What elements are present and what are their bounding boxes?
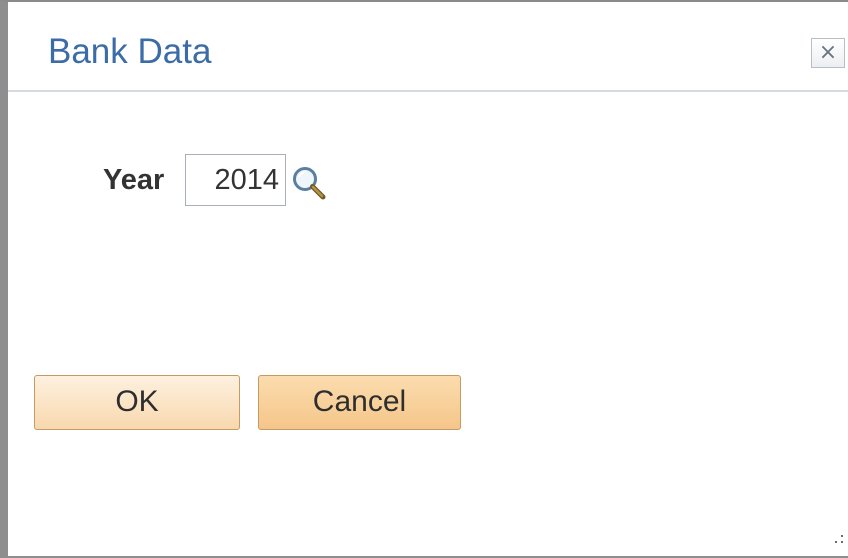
year-input[interactable] bbox=[185, 154, 286, 206]
bank-data-dialog: Bank Data × Year OK Cancel bbox=[0, 0, 848, 558]
ok-button[interactable]: OK bbox=[34, 375, 240, 430]
dialog-titlebar: Bank Data × bbox=[8, 2, 848, 92]
cancel-button[interactable]: Cancel bbox=[258, 375, 461, 430]
year-label: Year bbox=[103, 164, 165, 196]
close-icon[interactable]: × bbox=[811, 38, 845, 68]
search-icon[interactable] bbox=[290, 164, 330, 204]
dialog-title: Bank Data bbox=[48, 32, 212, 71]
resize-grip-icon[interactable] bbox=[828, 530, 848, 550]
